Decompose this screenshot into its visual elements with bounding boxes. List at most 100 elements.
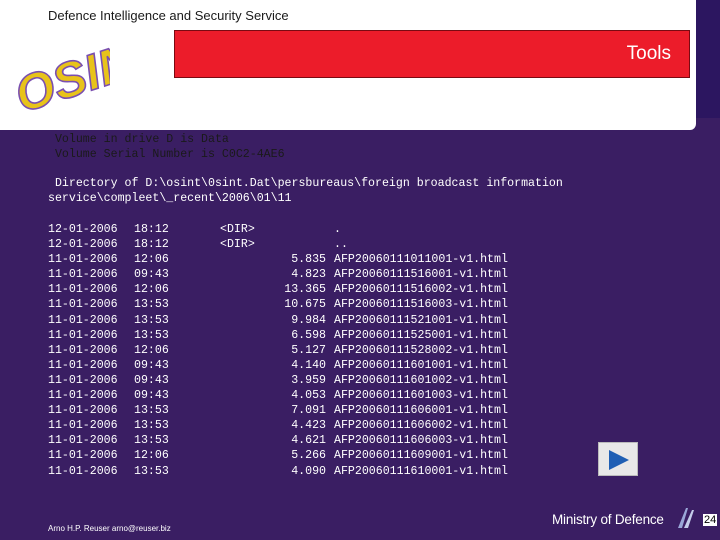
file-size: 3.959 bbox=[291, 373, 326, 387]
file-size: 4.423 bbox=[291, 419, 326, 433]
file-time: 12:06 bbox=[134, 253, 169, 267]
file-date: 11-01-2006 bbox=[48, 268, 118, 282]
ministry-of-defence-logo: Ministry of Defence bbox=[552, 512, 664, 527]
table-row: 11-01-2006 09:43 4.823 AFP20060111516001-v1… bbox=[48, 267, 546, 282]
directory-header: Directory of D:\osint\0sint.Dat\persbure… bbox=[48, 176, 608, 206]
play-triangle-icon bbox=[609, 450, 629, 470]
file-size: 4.621 bbox=[291, 434, 326, 448]
file-date: 11-01-2006 bbox=[48, 283, 118, 297]
table-row: 11-01-2006 09:43 4.140 AFP20060111601001-v1… bbox=[48, 358, 546, 373]
next-slide-button[interactable] bbox=[598, 442, 638, 476]
file-name: AFP20060111516001-v1.html bbox=[334, 268, 508, 282]
file-date: 11-01-2006 bbox=[48, 343, 118, 357]
file-size: 4.823 bbox=[291, 268, 326, 282]
file-time: 13:53 bbox=[134, 419, 169, 433]
tools-banner[interactable]: Tools bbox=[174, 30, 690, 78]
mod-emblem-icon bbox=[678, 508, 694, 528]
file-time: 12:06 bbox=[134, 343, 169, 357]
file-time: 13:53 bbox=[134, 464, 169, 478]
page-number: 24 bbox=[703, 514, 718, 526]
file-name: AFP20060111011001-v1.html bbox=[334, 253, 508, 267]
table-row: 11-01-2006 12:06 5.266 AFP20060111609001-v1… bbox=[48, 448, 546, 463]
file-time: 13:53 bbox=[134, 328, 169, 342]
file-date: 11-01-2006 bbox=[48, 419, 118, 433]
file-size: 13.365 bbox=[284, 283, 326, 297]
file-name: AFP20060111606003-v1.html bbox=[334, 434, 508, 448]
dir-marker: <DIR> bbox=[220, 223, 255, 236]
table-row: 11-01-2006 09:43 3.959 AFP20060111601002-v1… bbox=[48, 373, 546, 388]
file-date: 11-01-2006 bbox=[48, 464, 118, 478]
file-date: 11-01-2006 bbox=[48, 358, 118, 372]
file-name: AFP20060111601001-v1.html bbox=[334, 358, 508, 372]
directory-line-1: Directory of D:\osint\0sint.Dat\persbure… bbox=[48, 177, 563, 190]
file-name: AFP20060111610001-v1.html bbox=[334, 464, 508, 478]
file-name: AFP20060111521001-v1.html bbox=[334, 313, 508, 327]
table-row: 11-01-2006 09:43 4.053 AFP20060111601003-v1… bbox=[48, 388, 546, 403]
osint-logo: OSINT bbox=[7, 34, 110, 116]
file-size: 5.835 bbox=[291, 253, 326, 267]
file-name: AFP20060111606002-v1.html bbox=[334, 419, 508, 433]
file-date: 11-01-2006 bbox=[48, 404, 118, 418]
file-time: 09:43 bbox=[134, 268, 169, 282]
table-row: 12-01-2006 18:12 <DIR>.. bbox=[48, 237, 546, 252]
file-date: 11-01-2006 bbox=[48, 373, 118, 387]
file-date: 11-01-2006 bbox=[48, 313, 118, 327]
file-size: 5.127 bbox=[291, 343, 326, 357]
file-time: 13:53 bbox=[134, 298, 169, 312]
file-time: 18:12 bbox=[134, 238, 169, 252]
file-size: 7.091 bbox=[291, 404, 326, 418]
table-row: 11-01-2006 13:53 6.598 AFP20060111525001-v1… bbox=[48, 328, 546, 343]
file-name: AFP20060111601002-v1.html bbox=[334, 373, 508, 387]
org-name: Defence Intelligence and Security Servic… bbox=[48, 8, 289, 23]
tools-label: Tools bbox=[626, 43, 671, 64]
file-listing: 12-01-2006 18:12 <DIR>. 12-01-2006 18:12 <DIR… bbox=[48, 222, 546, 479]
table-row: 12-01-2006 18:12 <DIR>. bbox=[48, 222, 546, 237]
file-name: .. bbox=[334, 238, 348, 252]
file-name: AFP20060111525001-v1.html bbox=[334, 328, 508, 342]
file-size: 10.675 bbox=[284, 298, 326, 312]
volume-line-2: Volume Serial Number is C0C2-4AE6 bbox=[48, 148, 285, 162]
file-time: 13:53 bbox=[134, 404, 169, 418]
file-date: 11-01-2006 bbox=[48, 389, 118, 403]
file-name: AFP20060111606001-v1.html bbox=[334, 404, 508, 418]
file-name: AFP20060111601003-v1.html bbox=[334, 389, 508, 403]
file-size: 4.140 bbox=[291, 358, 326, 372]
file-date: 12-01-2006 bbox=[48, 223, 118, 236]
table-row: 11-01-2006 13:53 9.984 AFP20060111521001-v1… bbox=[48, 313, 546, 328]
table-row: 11-01-2006 13:53 4.621 AFP20060111606003-v1… bbox=[48, 433, 546, 448]
file-time: 12:06 bbox=[134, 449, 169, 463]
directory-listing-panel: Directory of D:\osint\0sint.Dat\persbure… bbox=[48, 176, 608, 478]
file-date: 11-01-2006 bbox=[48, 253, 118, 267]
table-row: 11-01-2006 12:06 5.835 AFP20060111011001-v1… bbox=[48, 252, 546, 267]
file-time: 09:43 bbox=[134, 389, 169, 403]
table-row: 11-01-2006 13:53 4.090 AFP20060111610001-v1… bbox=[48, 464, 546, 479]
file-size: 5.266 bbox=[291, 449, 326, 463]
table-row: 11-01-2006 12:06 13.365 AFP20060111516002-v… bbox=[48, 282, 546, 297]
author-credit: Arno H.P. Reuser arno@reuser.biz bbox=[48, 524, 171, 533]
file-date: 11-01-2006 bbox=[48, 449, 118, 463]
file-date: 11-01-2006 bbox=[48, 298, 118, 312]
file-date: 11-01-2006 bbox=[48, 328, 118, 342]
file-date: 11-01-2006 bbox=[48, 434, 118, 448]
file-size: 4.090 bbox=[291, 464, 326, 478]
table-row: 11-01-2006 12:06 5.127 AFP20060111528002-v1… bbox=[48, 343, 546, 358]
dir-marker: <DIR> bbox=[220, 238, 255, 252]
file-name: AFP20060111609001-v1.html bbox=[334, 449, 508, 463]
file-time: 09:43 bbox=[134, 373, 169, 387]
file-time: 09:43 bbox=[134, 358, 169, 372]
file-size: 4.053 bbox=[291, 389, 326, 403]
file-time: 13:53 bbox=[134, 313, 169, 327]
file-date: 12-01-2006 bbox=[48, 238, 118, 252]
file-time: 12:06 bbox=[134, 283, 169, 297]
volume-line-1: Volume in drive D is Data bbox=[48, 133, 229, 146]
file-time: 18:12 bbox=[134, 223, 169, 236]
directory-line-2: service\compleet\_recent\2006\01\11 bbox=[48, 192, 292, 206]
table-row: 11-01-2006 13:53 4.423 AFP20060111606002-v1… bbox=[48, 418, 546, 433]
file-size: 9.984 bbox=[291, 313, 326, 327]
osint-logo-text: OSINT bbox=[8, 34, 110, 116]
volume-info: Volume in drive D is Data Volume Serial … bbox=[48, 132, 285, 162]
file-time: 13:53 bbox=[134, 434, 169, 448]
table-row: 11-01-2006 13:53 7.091 AFP20060111606001-v1… bbox=[48, 403, 546, 418]
file-name: . bbox=[334, 223, 341, 236]
file-name: AFP20060111528002-v1.html bbox=[334, 343, 508, 357]
